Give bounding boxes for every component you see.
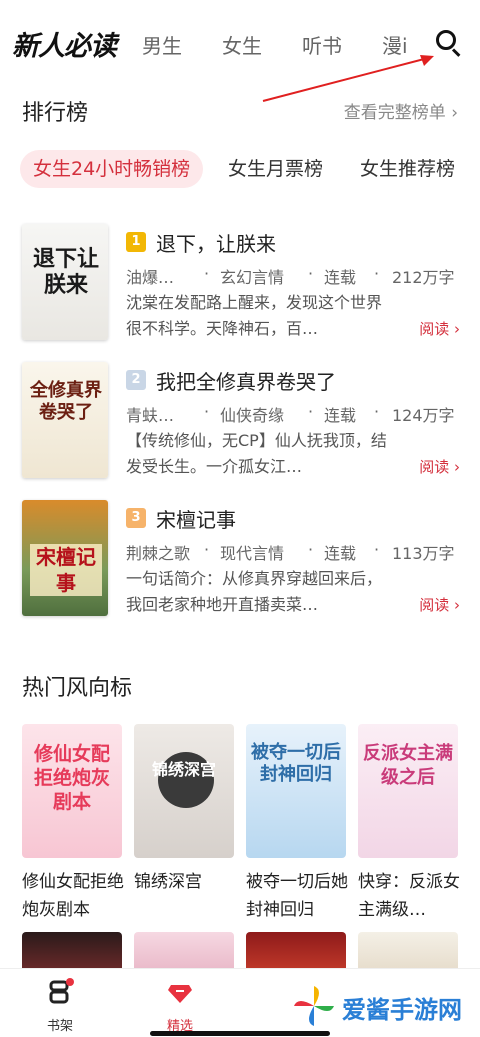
tab-bookshelf-label: 书架 (46, 1019, 73, 1034)
book-description: 一句话简介：从修真界穿越回来后，我回老家种地开直播卖菜… (126, 569, 383, 614)
tab-comics[interactable]: 漫i (382, 30, 412, 59)
search-icon[interactable] (434, 28, 464, 58)
book-cover[interactable] (358, 932, 458, 972)
book-cover[interactable] (134, 932, 234, 972)
tab-bookshelf[interactable]: 书架 (30, 977, 90, 1034)
book-title: 宋檀记事 (156, 508, 236, 532)
hot-book-title: 修仙女配拒绝炮灰剧本 (22, 872, 124, 920)
tab-featured[interactable]: 精选 (150, 977, 210, 1034)
rank-badge: 1 (126, 232, 146, 252)
hot-book-card[interactable]: 反派女主满级之后 快穿：反派女主满级… (358, 724, 460, 924)
tab-male[interactable]: 男生 (142, 30, 182, 59)
book-description: 【传统修仙，无CP】仙人抚我顶，结发受长生。一介孤女江… (126, 431, 387, 476)
cover-title: 锦绣深宫 (151, 760, 216, 779)
cover-title: 反派女主满级之后 (363, 743, 453, 788)
view-full-list-link[interactable]: 查看完整榜单 › (344, 98, 458, 123)
chip-recommended[interactable]: 女生推荐榜 (360, 150, 455, 188)
hot-book-card[interactable]: 锦绣深宫 锦绣深宫 (134, 724, 234, 896)
tab-female[interactable]: 女生 (222, 30, 262, 59)
book-cover: 全修真界卷哭了 (22, 362, 108, 478)
tab-audiobook[interactable]: 听书 (302, 30, 342, 59)
read-button[interactable]: 阅读 › (419, 318, 460, 339)
book-cover: 锦绣深宫 (134, 724, 234, 858)
cover-title: 宋檀记事 (30, 544, 102, 596)
hot-book-title: 锦绣深宫 (134, 872, 202, 892)
cover-title: 全修真界卷哭了 (30, 380, 102, 423)
book-cover: 反派女主满级之后 (358, 724, 458, 858)
top-nav: 新人必读 男生 女生 听书 漫i (0, 0, 480, 84)
book-cover: 宋檀记事 (22, 500, 108, 616)
cover-title: 被夺一切后封神回归 (251, 742, 341, 785)
watermark-text: 爱酱手游网 (342, 996, 462, 1024)
read-button[interactable]: 阅读 › (419, 594, 460, 615)
watermark: 爱酱手游网 (290, 982, 480, 1032)
ranking-chip-row: 女生24小时畅销榜 女生月票榜 女生推荐榜 (20, 150, 480, 190)
hot-book-card[interactable]: 被夺一切后封神回归 被夺一切后她封神回归 (246, 724, 348, 924)
cover-title: 退下让朕来 (32, 246, 99, 298)
book-description: 沈棠在发配路上醒来，发现这个世界很不科学。天降神石，百… (126, 293, 383, 338)
hot-book-title: 快穿：反派女主满级… (358, 872, 460, 920)
hot-book-card[interactable]: 修仙女配拒绝炮灰剧本 修仙女配拒绝炮灰剧本 (22, 724, 124, 924)
read-button[interactable]: 阅读 › (419, 456, 460, 477)
bookshelf-icon (49, 978, 74, 1004)
hot-book-title: 被夺一切后她封神回归 (246, 872, 348, 920)
diamond-icon (168, 985, 192, 1003)
book-title: 退下，让朕来 (156, 232, 276, 256)
book-cover: 退下让朕来 (22, 224, 108, 340)
hot-section-title: 热门风向标 (22, 676, 133, 701)
rank-badge: 3 (126, 508, 146, 528)
pinwheel-logo-icon (294, 986, 334, 1026)
book-item[interactable]: 宋檀记事 3 宋檀记事 荆棘之歌 · 现代言情 · 连载 · 113万字 一句话… (22, 500, 462, 618)
book-title: 我把全修真界卷哭了 (156, 370, 336, 394)
ranking-title: 排行榜 (22, 101, 89, 126)
book-item[interactable]: 全修真界卷哭了 2 我把全修真界卷哭了 青蚨… · 仙侠奇缘 · 连载 · 12… (22, 362, 462, 480)
book-cover[interactable] (246, 932, 346, 972)
book-item[interactable]: 退下让朕来 1 退下，让朕来 油爆… · 玄幻言情 · 连载 · 212万字 沈… (22, 224, 462, 342)
cover-title: 修仙女配拒绝炮灰剧本 (33, 743, 110, 813)
book-cover: 被夺一切后封神回归 (246, 724, 346, 858)
chip-monthly-votes[interactable]: 女生月票榜 (228, 150, 323, 188)
chip-24h-bestseller[interactable]: 女生24小时畅销榜 (20, 150, 204, 188)
book-cover[interactable] (22, 932, 122, 972)
app-logo: 新人必读 (12, 31, 117, 62)
rank-badge: 2 (126, 370, 146, 390)
book-cover: 修仙女配拒绝炮灰剧本 (22, 724, 122, 858)
